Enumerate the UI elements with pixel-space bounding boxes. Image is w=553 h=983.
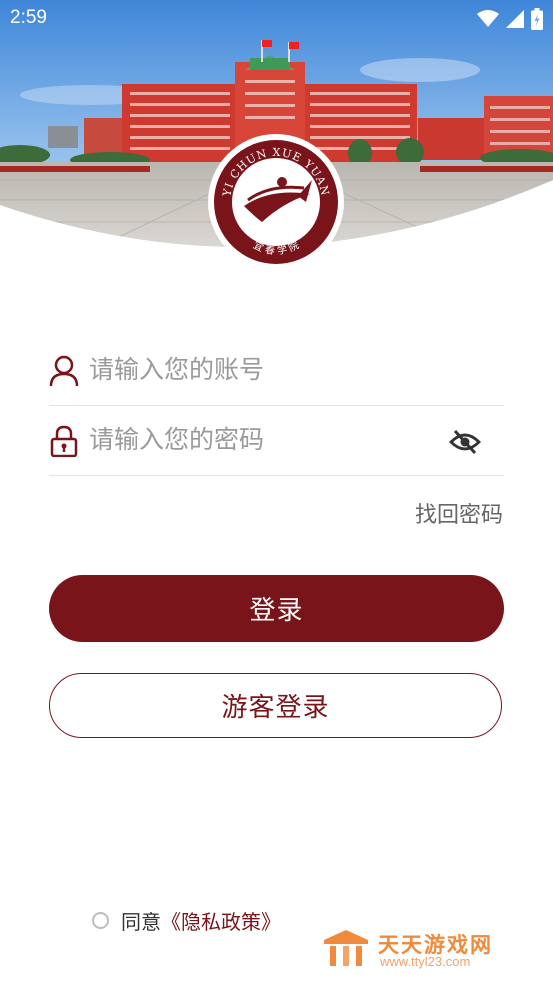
privacy-policy-link[interactable]: 《隐私政策》 xyxy=(161,906,281,935)
lock-icon xyxy=(49,425,79,458)
site-watermark: 天天游戏网 www.ttyl23.com xyxy=(320,926,520,972)
login-button[interactable]: 登录 xyxy=(49,575,504,642)
wifi-icon xyxy=(477,10,499,28)
agree-label: 同意 xyxy=(121,910,161,934)
battery-icon xyxy=(531,8,543,30)
status-time: 2:59 xyxy=(10,7,47,28)
eye-off-icon[interactable] xyxy=(448,427,482,457)
signal-icon xyxy=(506,10,524,28)
password-input[interactable] xyxy=(89,419,429,459)
watermark-url: www.ttyl23.com xyxy=(380,954,471,969)
password-field xyxy=(49,405,504,476)
agree-radio[interactable] xyxy=(92,912,109,929)
account-field xyxy=(49,335,504,406)
forgot-password-link[interactable]: 找回密码 xyxy=(415,497,503,529)
user-icon xyxy=(49,355,79,387)
watermark-logo-icon xyxy=(324,930,368,966)
guest-login-button[interactable]: 游客登录 xyxy=(49,673,502,738)
status-bar: 2:59 xyxy=(0,0,553,38)
account-input[interactable] xyxy=(89,349,429,389)
privacy-agreement: 同意 《隐私政策》 xyxy=(92,906,281,935)
college-logo: YI CHUN XUE YUAN 宜 春 学 院 xyxy=(200,130,352,270)
